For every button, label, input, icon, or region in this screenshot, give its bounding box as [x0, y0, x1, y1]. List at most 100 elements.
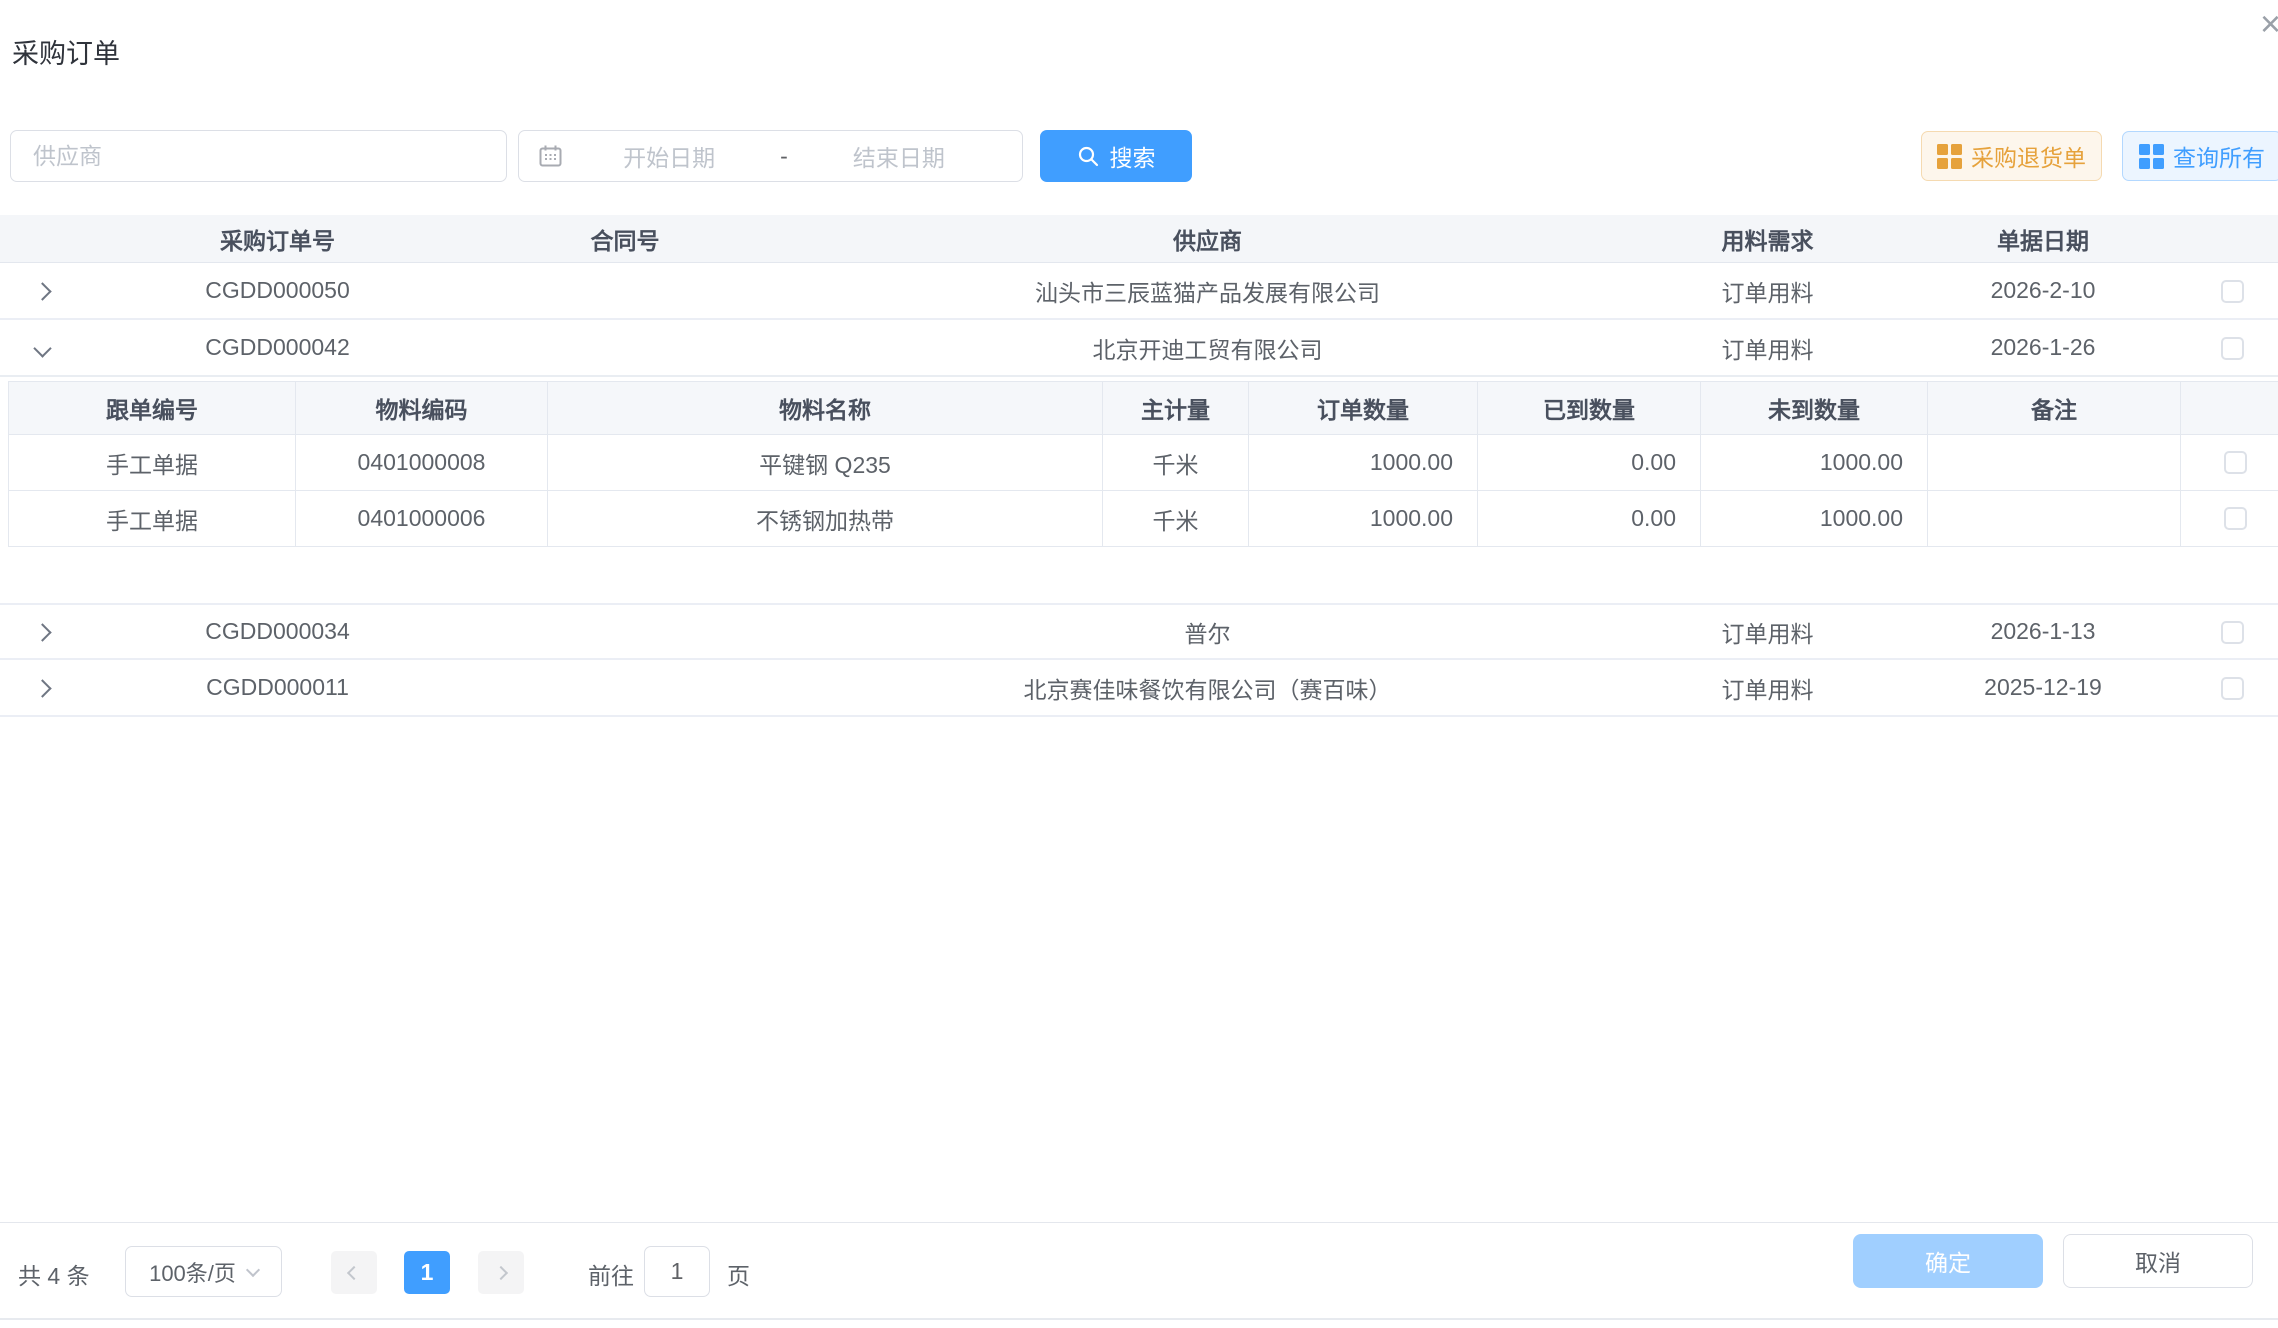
table-row[interactable]: CGDD000042 北京开迪工贸有限公司 订单用料 2026-1-26: [0, 320, 2278, 377]
filter-bar: 开始日期 - 结束日期 搜索 采购退货单 查询所有: [0, 130, 2278, 182]
grid-icon: [2139, 144, 2163, 168]
column-header-contract-no: 合同号: [470, 222, 780, 256]
chevron-right-icon: [494, 1265, 508, 1279]
column-header-supplier: 供应商: [780, 222, 1635, 256]
confirm-button[interactable]: 确定: [1853, 1234, 2043, 1288]
purchase-return-button[interactable]: 采购退货单: [1921, 131, 2102, 181]
order-qty: 1000.00: [1249, 491, 1478, 546]
doc-date: 2026-1-13: [1900, 618, 2186, 645]
doc-type: 手工单据: [9, 491, 296, 546]
doc-date: 2026-2-10: [1900, 277, 2186, 304]
prev-page-button[interactable]: [331, 1251, 377, 1294]
end-date-field[interactable]: 结束日期: [794, 139, 1004, 173]
order-qty: 1000.00: [1249, 435, 1478, 490]
dialog-bottom-edge: [0, 1318, 2278, 1320]
expand-row-icon[interactable]: [0, 674, 85, 701]
supplier: 普尔: [780, 615, 1635, 649]
page-size-select[interactable]: 100条/页: [125, 1246, 282, 1297]
received-qty: 0.00: [1478, 491, 1701, 546]
doc-date: 2025-12-19: [1900, 674, 2186, 701]
page-number-button[interactable]: 1: [404, 1251, 450, 1294]
start-date-field[interactable]: 开始日期: [564, 139, 774, 173]
pending-qty: 1000.00: [1701, 435, 1928, 490]
material-code: 0401000008: [296, 435, 548, 490]
next-page-button[interactable]: [478, 1251, 524, 1294]
detail-header-remark: 备注: [1928, 382, 2181, 434]
remark: [1928, 491, 2181, 546]
doc-date: 2026-1-26: [1900, 334, 2186, 361]
page-title: 采购订单: [12, 32, 120, 71]
detail-row-checkbox[interactable]: [2224, 507, 2247, 530]
material-demand: 订单用料: [1635, 274, 1900, 308]
detail-header-received-qty: 已到数量: [1478, 382, 1701, 434]
expand-row-icon[interactable]: [0, 277, 85, 304]
unit: 千米: [1103, 491, 1249, 546]
table-row[interactable]: CGDD000034 普尔 订单用料 2026-1-13: [0, 603, 2278, 660]
page-size-value: 100条/页: [149, 1256, 236, 1288]
collapse-row-icon[interactable]: [0, 334, 85, 361]
column-header-date: 单据日期: [1900, 222, 2186, 256]
material-demand: 订单用料: [1635, 671, 1900, 705]
detail-row-checkbox[interactable]: [2224, 451, 2247, 474]
supplier: 北京开迪工贸有限公司: [780, 331, 1635, 365]
dialog-footer: 共 4 条 100条/页 1 前往 页 确定 取消: [0, 1222, 2278, 1318]
expand-row-icon[interactable]: [0, 618, 85, 645]
pending-qty: 1000.00: [1701, 491, 1928, 546]
close-icon[interactable]: ×: [2260, 6, 2278, 42]
table-row[interactable]: CGDD000050 汕头市三辰蓝猫产品发展有限公司 订单用料 2026-2-1…: [0, 263, 2278, 320]
query-all-label: 查询所有: [2173, 139, 2265, 173]
supplier: 北京赛佳味餐饮有限公司（赛百味）: [780, 671, 1635, 705]
row-checkbox[interactable]: [2221, 677, 2244, 700]
detail-header-material-code: 物料编码: [296, 382, 548, 434]
search-button[interactable]: 搜索: [1040, 130, 1192, 182]
query-all-button[interactable]: 查询所有: [2122, 131, 2278, 181]
detail-row[interactable]: 手工单据 0401000006 不锈钢加热带 千米 1000.00 0.00 1…: [9, 490, 2278, 546]
detail-checkbox-column-header: [2181, 382, 2278, 434]
order-no: CGDD000034: [85, 618, 470, 645]
column-header-order-no: 采购订单号: [85, 222, 470, 256]
page-unit-label: 页: [727, 1257, 750, 1291]
material-code: 0401000006: [296, 491, 548, 546]
chevron-left-icon: [347, 1265, 361, 1279]
goto-page-label: 前往: [588, 1257, 634, 1291]
detail-header-doc-type: 跟单编号: [9, 382, 296, 434]
date-range-separator: -: [774, 143, 794, 170]
calendar-icon: [537, 143, 564, 170]
supplier: 汕头市三辰蓝猫产品发展有限公司: [780, 274, 1635, 308]
goto-page-input[interactable]: [644, 1246, 710, 1297]
cancel-button[interactable]: 取消: [2063, 1234, 2253, 1288]
material-name: 不锈钢加热带: [548, 491, 1103, 546]
detail-header-material-name: 物料名称: [548, 382, 1103, 434]
supplier-input[interactable]: [10, 130, 507, 182]
grid-icon: [1937, 144, 1961, 168]
column-header-material-demand: 用料需求: [1635, 222, 1900, 256]
table-row[interactable]: CGDD000011 北京赛佳味餐饮有限公司（赛百味） 订单用料 2025-12…: [0, 660, 2278, 717]
detail-header-order-qty: 订单数量: [1249, 382, 1478, 434]
purchase-order-table: 采购订单号 合同号 供应商 用料需求 单据日期 CGDD000050 汕头市三辰…: [0, 215, 2278, 717]
remark: [1928, 435, 2181, 490]
row-checkbox[interactable]: [2221, 621, 2244, 644]
detail-gap: [0, 547, 2278, 603]
doc-type: 手工单据: [9, 435, 296, 490]
order-no: CGDD000011: [85, 674, 470, 701]
purchase-return-label: 采购退货单: [1971, 139, 2086, 173]
material-demand: 订单用料: [1635, 615, 1900, 649]
row-checkbox[interactable]: [2221, 337, 2244, 360]
chevron-down-icon: [246, 1262, 260, 1276]
row-checkbox[interactable]: [2221, 280, 2244, 303]
material-name: 平键钢 Q235: [548, 435, 1103, 490]
received-qty: 0.00: [1478, 435, 1701, 490]
detail-header-row: 跟单编号 物料编码 物料名称 主计量 订单数量 已到数量 未到数量 备注: [9, 382, 2278, 434]
order-no: CGDD000050: [85, 277, 470, 304]
material-demand: 订单用料: [1635, 331, 1900, 365]
order-no: CGDD000042: [85, 334, 470, 361]
unit: 千米: [1103, 435, 1249, 490]
detail-row[interactable]: 手工单据 0401000008 平键钢 Q235 千米 1000.00 0.00…: [9, 434, 2278, 490]
date-range-picker[interactable]: 开始日期 - 结束日期: [518, 130, 1023, 182]
search-button-label: 搜索: [1110, 139, 1156, 173]
detail-header-pending-qty: 未到数量: [1701, 382, 1928, 434]
detail-header-unit: 主计量: [1103, 382, 1249, 434]
order-detail-table: 跟单编号 物料编码 物料名称 主计量 订单数量 已到数量 未到数量 备注 手工单…: [8, 381, 2278, 547]
table-header-row: 采购订单号 合同号 供应商 用料需求 单据日期: [0, 215, 2278, 263]
total-count-label: 共 4 条: [18, 1257, 90, 1291]
